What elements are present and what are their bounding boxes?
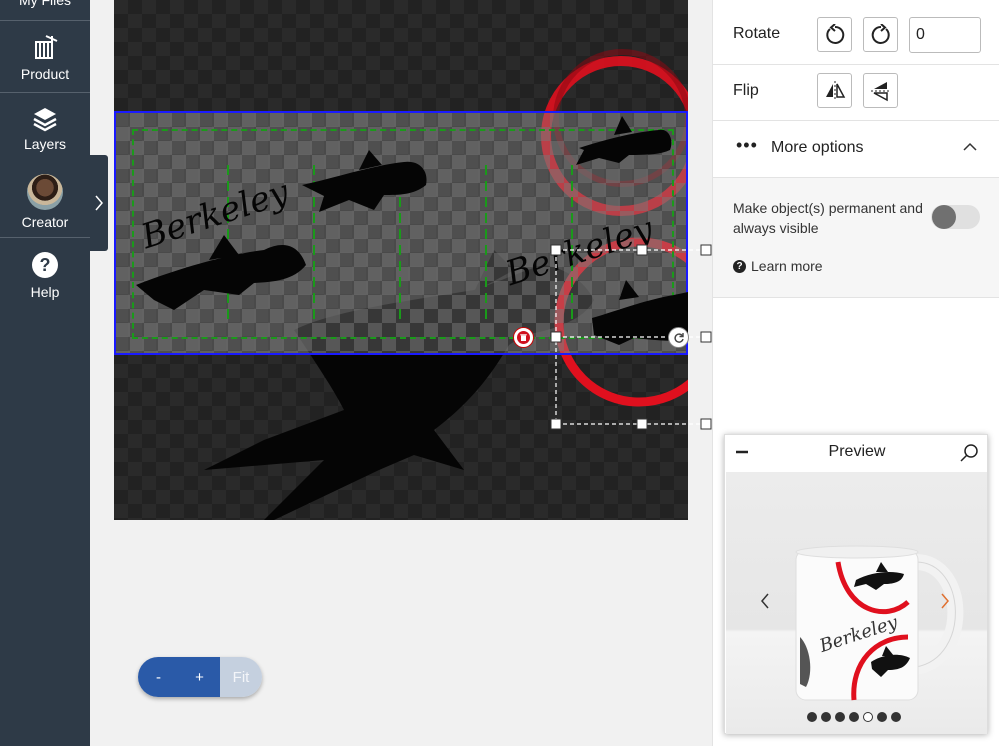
rotate-angle-input[interactable]: [909, 17, 981, 53]
permanent-toggle[interactable]: [931, 205, 980, 229]
chevron-right-icon: [95, 195, 103, 211]
shark[interactable]: [302, 150, 427, 212]
chevron-right-icon[interactable]: [940, 592, 950, 610]
search-icon[interactable]: [959, 443, 979, 463]
sidebar-item-help[interactable]: ? Help: [0, 252, 90, 300]
sidebar-item-label: Product: [20, 66, 70, 82]
flip-horizontal-button[interactable]: [817, 73, 852, 108]
sidebar-divider: [0, 92, 90, 93]
flip-vertical-icon: [870, 81, 891, 101]
rotate-right-icon: [871, 23, 890, 44]
preview-card: Preview Berkeley: [724, 434, 988, 734]
zoom-fit-button[interactable]: Fit: [220, 657, 262, 697]
chevron-up-icon: [963, 142, 977, 151]
resize-handle[interactable]: [550, 331, 562, 343]
sidebar-item-label: Layers: [23, 136, 67, 152]
sidebar-item-label: Creator: [21, 214, 69, 230]
learn-more-link[interactable]: ? Learn more: [733, 258, 823, 274]
resize-handle[interactable]: [550, 418, 562, 430]
rotate-right-button[interactable]: [863, 17, 898, 52]
flip-label: Flip: [733, 82, 759, 99]
flip-vertical-button[interactable]: [863, 73, 898, 108]
shark[interactable]: [576, 116, 672, 165]
sidebar-item-creator[interactable]: Creator: [0, 174, 90, 230]
rotate-handle[interactable]: [668, 327, 689, 348]
rotate-left-icon: [825, 23, 844, 44]
zoom-control: - + Fit: [138, 657, 262, 697]
resize-handle[interactable]: [700, 418, 712, 430]
sidebar-divider: [0, 237, 90, 238]
carousel-dots: [807, 712, 901, 722]
more-options-panel: Make object(s) permanent and always visi…: [713, 178, 999, 298]
left-sidebar: My Files Product Layers Creator ? Help: [0, 0, 90, 746]
resize-handle[interactable]: [700, 331, 712, 343]
sidebar-divider: [0, 20, 90, 21]
rotate-left-button[interactable]: [817, 17, 852, 52]
trash-icon: [517, 331, 530, 344]
selection-box[interactable]: [546, 242, 716, 432]
sidebar-item-label: My Files: [18, 0, 72, 8]
carousel-dot[interactable]: [849, 712, 859, 722]
help-icon: ?: [32, 252, 58, 278]
sidebar-item-label: Help: [30, 284, 60, 300]
carousel-dot[interactable]: [835, 712, 845, 722]
carousel-dot[interactable]: [821, 712, 831, 722]
zoom-out-button[interactable]: -: [138, 657, 179, 697]
rotate-row: Rotate: [713, 0, 999, 65]
delete-object-button[interactable]: [513, 327, 534, 348]
more-options-label: More options: [771, 139, 864, 156]
toggle-knob: [932, 205, 956, 229]
permanent-label: Make object(s) permanent and always visi…: [733, 200, 923, 236]
carousel-dot[interactable]: [807, 712, 817, 722]
resize-handle[interactable]: [550, 244, 562, 256]
sidebar-item-my-files[interactable]: My Files: [0, 0, 90, 8]
flip-horizontal-icon: [825, 80, 845, 101]
resize-handle[interactable]: [636, 418, 648, 430]
rotate-label: Rotate: [733, 25, 781, 42]
zoom-in-button[interactable]: +: [179, 657, 220, 697]
carousel-dot-active[interactable]: [863, 712, 873, 722]
resize-handle[interactable]: [636, 244, 648, 256]
sidebar-item-layers[interactable]: Layers: [0, 106, 90, 152]
learn-more-label: Learn more: [751, 258, 823, 274]
resize-handle[interactable]: [700, 244, 712, 256]
layers-icon: [33, 108, 57, 132]
product-icon: [35, 35, 58, 59]
avatar: [27, 174, 63, 210]
flip-row: Flip: [713, 65, 999, 121]
sidebar-expand-button[interactable]: [90, 155, 108, 251]
more-dots-icon: •••: [736, 135, 758, 155]
preview-image: Berkeley: [726, 472, 987, 734]
text-object[interactable]: Berkeley: [136, 172, 295, 258]
more-options-toggle[interactable]: ••• More options: [713, 121, 999, 178]
carousel-dot[interactable]: [877, 712, 887, 722]
rotate-icon: [673, 332, 684, 343]
preview-header: Preview: [725, 435, 989, 471]
question-icon: ?: [733, 259, 746, 273]
carousel-dot[interactable]: [891, 712, 901, 722]
sidebar-item-product[interactable]: Product: [0, 32, 90, 82]
chevron-left-icon[interactable]: [760, 592, 770, 610]
preview-title: Preview: [828, 443, 886, 460]
